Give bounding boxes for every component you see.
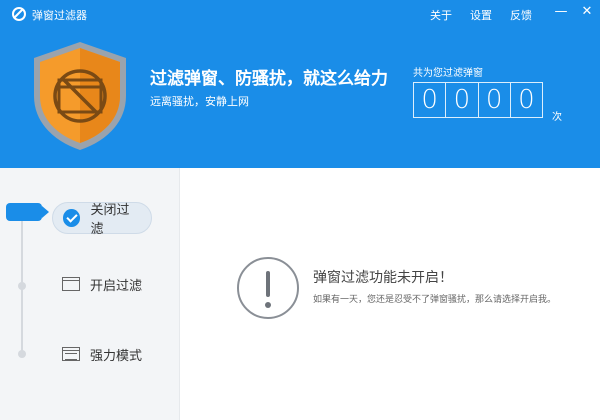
mode-disable-filter[interactable]: 关闭过滤 [52, 202, 152, 237]
shield-icon [34, 42, 126, 150]
counter-digit: 0 [446, 83, 479, 117]
feedback-link[interactable]: 反馈 [510, 7, 532, 23]
title-bar: 弹窗过滤器 关于 设置 反馈 — ✕ [0, 0, 600, 28]
app-logo-icon [12, 7, 26, 21]
app-title: 弹窗过滤器 [32, 9, 87, 22]
counter-unit: 次 [552, 112, 562, 123]
track-dot [18, 282, 26, 290]
track-dot [18, 350, 26, 358]
mode-label: 关闭过滤 [90, 203, 130, 237]
close-button[interactable]: ✕ [580, 4, 594, 19]
status-description: 如果有一天，您还是忍受不了弹窗骚扰，那么请选择开启我。 [313, 295, 557, 305]
status-title: 弹窗过滤功能未开启！ [313, 270, 453, 286]
mode-label: 开启过滤 [90, 278, 143, 294]
hero-headline: 过滤弹窗、防骚扰，就这么给力 [150, 69, 388, 89]
filter-counter: 0 0 0 0 [413, 82, 543, 118]
counter-label: 共为您过滤弹窗 [413, 68, 483, 79]
strong-window-icon [62, 347, 80, 361]
counter-digit: 0 [479, 83, 511, 117]
settings-link[interactable]: 设置 [470, 7, 492, 23]
mode-label: 强力模式 [90, 348, 143, 364]
mode-strong[interactable]: 强力模式 [52, 338, 152, 370]
mode-enable-filter[interactable]: 开启过滤 [52, 268, 152, 300]
hero-subline: 远离骚扰，安静上网 [150, 95, 249, 108]
about-link[interactable]: 关于 [430, 7, 452, 23]
counter-digit: 0 [414, 83, 447, 117]
counter-digit: 0 [518, 85, 535, 115]
top-links: 关于 设置 反馈 [430, 7, 532, 23]
check-circle-icon [63, 209, 81, 227]
active-mode-marker [6, 203, 49, 221]
window-icon [62, 277, 80, 291]
minimize-button[interactable]: — [554, 4, 568, 19]
header-banner: 弹窗过滤器 关于 设置 反馈 — ✕ 过滤弹窗、防骚扰，就这么给力 远离骚扰，安… [0, 0, 600, 168]
warning-icon [237, 257, 299, 319]
window-controls: — ✕ [554, 4, 594, 19]
